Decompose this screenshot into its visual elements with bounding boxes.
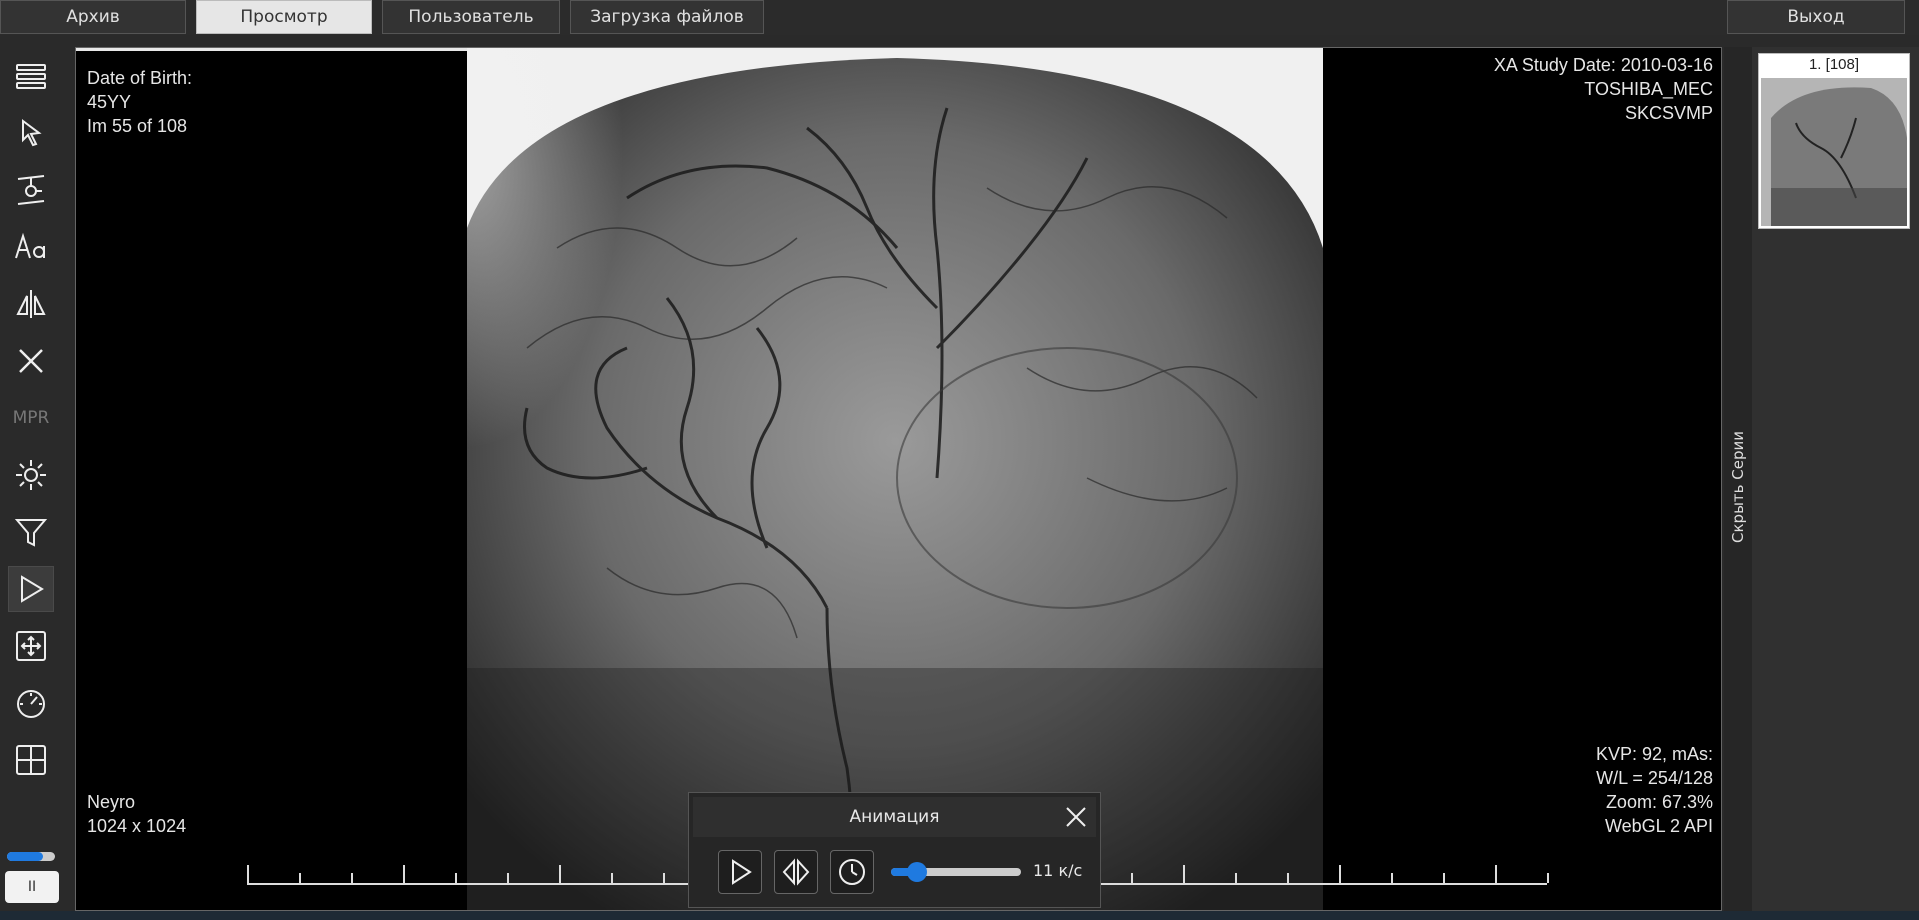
play-icon bbox=[21, 575, 44, 603]
pointer-tool[interactable] bbox=[8, 110, 54, 156]
scale-tick bbox=[1391, 873, 1393, 883]
angiography-image bbox=[467, 48, 1323, 910]
timer-button[interactable] bbox=[830, 850, 874, 894]
toolbar-slider[interactable] bbox=[7, 852, 55, 861]
layout-tool[interactable] bbox=[8, 737, 54, 783]
hide-series-toggle[interactable]: Скрыть Серии bbox=[1724, 47, 1752, 911]
study-date: XA Study Date: 2010-03-16 bbox=[1493, 55, 1713, 75]
speed-slider-knob[interactable] bbox=[907, 862, 927, 882]
fit-screen-tool[interactable] bbox=[8, 623, 54, 669]
zoom-level: Zoom: 67.3% bbox=[1605, 792, 1713, 812]
exit-button[interactable]: Выход bbox=[1727, 0, 1905, 34]
layout-grid-icon bbox=[16, 745, 46, 775]
fit-screen-icon bbox=[16, 631, 46, 661]
filter-tool[interactable] bbox=[8, 509, 54, 555]
scale-tick bbox=[1131, 873, 1133, 883]
play-icon bbox=[732, 859, 752, 885]
station-name: SKCSVMP bbox=[1624, 103, 1713, 123]
text-annotation-tool[interactable] bbox=[8, 224, 54, 270]
scale-tick bbox=[1495, 865, 1497, 883]
scale-tick bbox=[1443, 873, 1445, 883]
scale-tick bbox=[351, 873, 353, 883]
scale-tick bbox=[1287, 873, 1289, 883]
manufacturer: TOSHIBA_MEC bbox=[1584, 79, 1713, 99]
window-level: W/L = 254/128 bbox=[1596, 768, 1713, 788]
series-name: Neyro bbox=[87, 792, 136, 812]
probe-icon bbox=[17, 175, 45, 205]
pause-button[interactable]: II bbox=[5, 871, 59, 903]
image-viewport[interactable]: Date of Birth: 45YY Im 55 of 108 XA Stud… bbox=[75, 47, 1722, 911]
upload-files-tab[interactable]: Загрузка файлов bbox=[570, 0, 764, 34]
delete-icon bbox=[19, 349, 43, 373]
top-menu-bar: Архив Просмотр Пользователь Загрузка фай… bbox=[0, 0, 1919, 35]
play-button[interactable] bbox=[718, 850, 762, 894]
brightness-tool[interactable] bbox=[8, 452, 54, 498]
animation-dialog: Анимация 11 к/с bbox=[688, 792, 1101, 908]
series-thumbnail[interactable]: 1. [108] bbox=[1758, 53, 1910, 229]
clock-icon bbox=[839, 859, 865, 885]
scale-tick bbox=[611, 873, 613, 883]
animation-dialog-title: Анимация bbox=[849, 807, 940, 827]
scale-tick bbox=[507, 873, 509, 883]
animation-dialog-header: Анимация bbox=[693, 797, 1096, 837]
flip-icon bbox=[16, 290, 46, 318]
scale-tick bbox=[663, 873, 665, 883]
view-tab[interactable]: Просмотр bbox=[196, 0, 372, 34]
text-annotation-icon bbox=[15, 232, 45, 259]
mpr-button[interactable]: MPR bbox=[8, 395, 54, 441]
speed-tool[interactable] bbox=[8, 680, 54, 726]
scale-tick bbox=[299, 873, 301, 883]
scale-tick bbox=[1339, 865, 1341, 883]
speed-slider[interactable] bbox=[891, 862, 1021, 882]
series-panel: 1. [108] bbox=[1752, 47, 1919, 911]
scale-tick bbox=[455, 873, 457, 883]
filter-icon bbox=[14, 519, 48, 547]
user-tab[interactable]: Пользователь bbox=[382, 0, 560, 34]
renderer-info: WebGL 2 API bbox=[1604, 816, 1713, 836]
speed-value: 11 к/с bbox=[1033, 861, 1083, 880]
kvp-info: KVP: 92, mAs: bbox=[1595, 744, 1713, 764]
pointer-icon bbox=[22, 119, 42, 147]
tool-sidebar: MPR II bbox=[0, 45, 62, 920]
series-thumbnail-label: 1. [108] bbox=[1808, 56, 1860, 73]
bounce-icon bbox=[782, 858, 810, 886]
image-index: Im 55 of 108 bbox=[87, 116, 188, 136]
scale-tick bbox=[403, 865, 405, 883]
close-icon[interactable] bbox=[1064, 805, 1088, 829]
archive-tab[interactable]: Архив bbox=[0, 0, 186, 34]
series-thumbnail-image bbox=[1761, 78, 1907, 226]
image-resolution: 1024 x 1024 bbox=[87, 816, 187, 836]
play-tool[interactable] bbox=[8, 566, 54, 612]
brightness-icon bbox=[16, 460, 46, 490]
flip-tool[interactable] bbox=[8, 281, 54, 327]
patient-age: 45YY bbox=[87, 92, 132, 112]
status-strip bbox=[0, 911, 1919, 920]
scale-tick bbox=[1235, 873, 1237, 883]
speed-icon bbox=[17, 690, 45, 718]
probe-tool[interactable] bbox=[8, 167, 54, 213]
menu-button[interactable] bbox=[8, 53, 54, 99]
scale-tick bbox=[1547, 873, 1549, 883]
bounce-button[interactable] bbox=[774, 850, 818, 894]
menu-icon bbox=[16, 64, 46, 89]
scale-tick bbox=[1183, 865, 1185, 883]
dob-label: Date of Birth: bbox=[87, 68, 193, 88]
hide-series-label: Скрыть Серии bbox=[1729, 431, 1747, 543]
scale-tick bbox=[247, 865, 249, 883]
scale-tick bbox=[559, 865, 561, 883]
delete-tool[interactable] bbox=[8, 338, 54, 384]
